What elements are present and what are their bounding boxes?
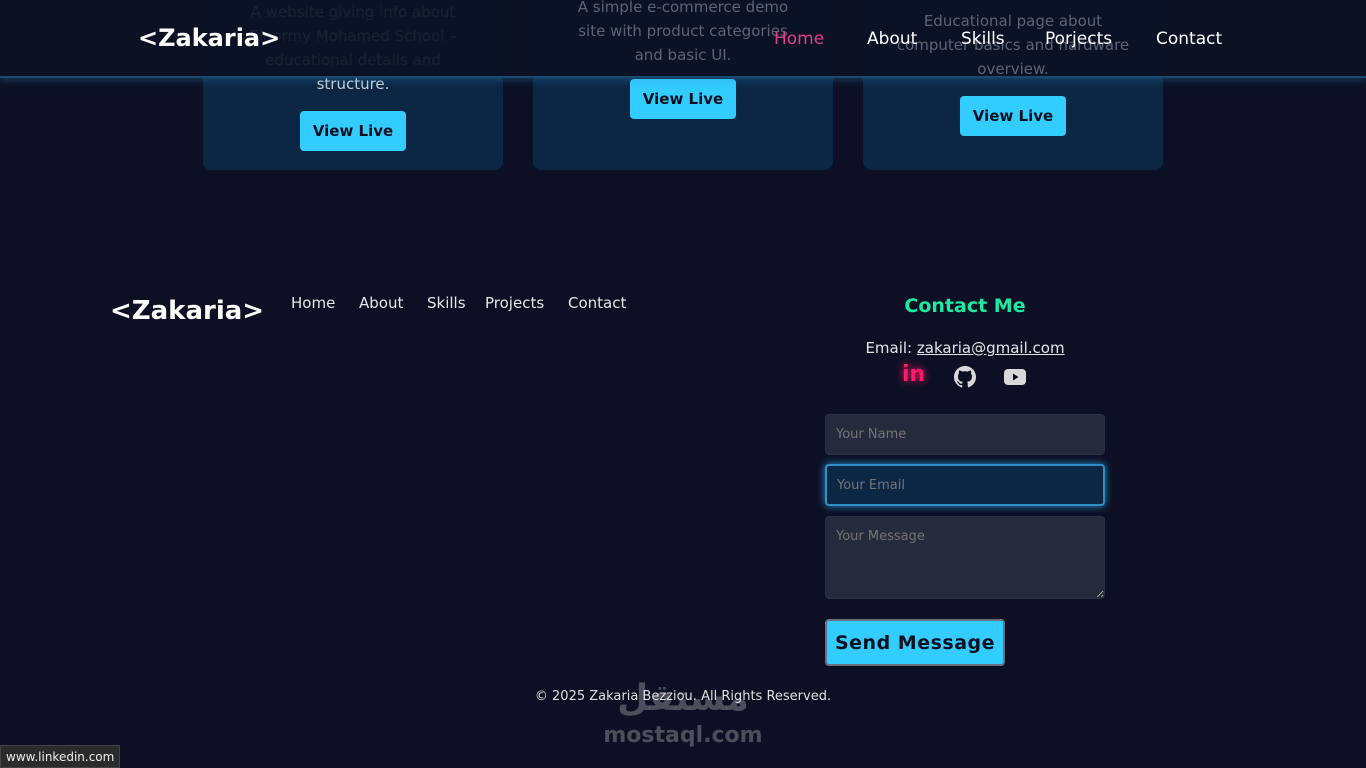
footer-nav-home[interactable]: Home <box>291 294 335 312</box>
linkedin-icon[interactable]: in <box>902 362 925 387</box>
view-live-button[interactable]: View Live <box>960 96 1066 136</box>
name-input[interactable] <box>825 414 1105 455</box>
logo[interactable]: <Zakaria> <box>138 24 280 52</box>
email-link[interactable]: zakaria@gmail.com <box>917 339 1065 357</box>
message-textarea[interactable] <box>825 516 1105 599</box>
project-card: Educational page about computer basics a… <box>863 0 1163 170</box>
nav-about[interactable]: About <box>867 29 917 49</box>
watermark: مستقل mostaql.com <box>600 675 766 748</box>
github-icon[interactable] <box>954 366 976 388</box>
footer-nav-contact[interactable]: Contact <box>568 294 626 312</box>
project-card: A simple e-commerce demo site with produ… <box>533 0 833 170</box>
view-live-button[interactable]: View Live <box>300 111 406 151</box>
footer-nav-projects[interactable]: Projects <box>485 294 544 312</box>
nav-projects[interactable]: Porjects <box>1045 29 1112 49</box>
email-label: Email: <box>865 339 913 357</box>
youtube-icon[interactable] <box>1004 369 1026 385</box>
watermark-latin: mostaql.com <box>603 723 763 748</box>
nav-contact[interactable]: Contact <box>1156 29 1222 49</box>
footer-nav-skills[interactable]: Skills <box>427 294 466 312</box>
send-message-button[interactable]: Send Message <box>825 619 1005 666</box>
footer-logo[interactable]: <Zakaria> <box>110 296 264 326</box>
status-bar-url: www.linkedin.com <box>0 745 121 768</box>
email-input[interactable] <box>825 464 1105 506</box>
nav-home[interactable]: Home <box>774 29 824 49</box>
nav-skills[interactable]: Skills <box>961 29 1005 49</box>
contact-email: Email: zakaria@gmail.com <box>765 339 1165 357</box>
project-description: A simple e-commerce demo site with produ… <box>577 0 789 64</box>
view-live-button[interactable]: View Live <box>630 79 736 119</box>
contact-title: Contact Me <box>904 295 1026 317</box>
footer-nav-about[interactable]: About <box>359 294 403 312</box>
copyright: © 2025 Zakaria Bezziou. All Rights Reser… <box>534 689 832 704</box>
